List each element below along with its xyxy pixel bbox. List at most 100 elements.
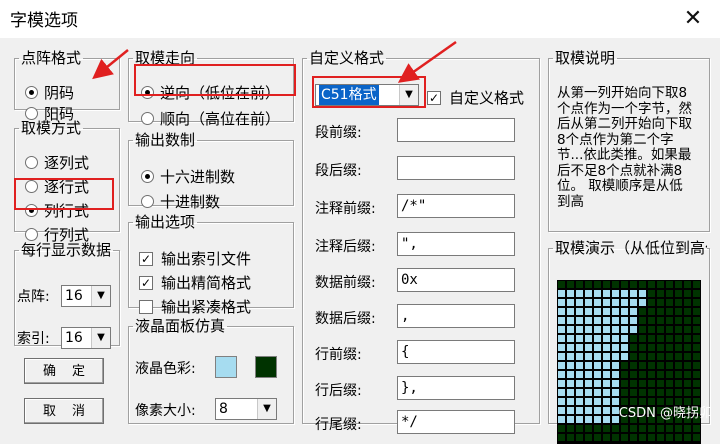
lcd-dark-color-swatch[interactable] [255, 356, 277, 378]
radio-reverse-direction[interactable]: 逆向（低位在前） [141, 82, 291, 103]
lcd-pixel [558, 299, 565, 306]
close-icon[interactable]: ✕ [680, 6, 706, 32]
pixel-size-select[interactable]: 8 ▼ [215, 398, 277, 420]
lcd-pixel [675, 434, 682, 441]
lcd-pixel [603, 326, 610, 333]
lcd-pixel [657, 308, 664, 315]
lcd-pixel [648, 326, 655, 333]
line-suffix-input[interactable]: }, [397, 376, 515, 400]
lcd-pixel [558, 317, 565, 324]
lcd-pixel [630, 281, 637, 288]
lcd-pixel [567, 308, 574, 315]
radio-hexadecimal[interactable]: 十六进制数 [141, 166, 235, 187]
lcd-pixel [576, 344, 583, 351]
data-prefix-label: 数据前缀: [315, 275, 376, 291]
lcd-pixel [585, 290, 592, 297]
lcd-pixel [567, 281, 574, 288]
lcd-pixel [693, 299, 700, 306]
comment-prefix-input[interactable]: /*" [397, 194, 515, 218]
lcd-pixel [612, 335, 619, 342]
check-icon: ✓ [139, 275, 153, 290]
lcd-pixel [693, 362, 700, 369]
chevron-down-icon[interactable]: ▼ [91, 328, 110, 348]
checkbox-custom-format[interactable]: ✓ 自定义格式 [427, 87, 535, 108]
lcd-pixel [576, 281, 583, 288]
lcd-pixel [675, 290, 682, 297]
ok-button[interactable]: 确定 [24, 358, 104, 384]
lcd-pixel [594, 353, 601, 360]
cancel-button[interactable]: 取消 [24, 398, 104, 424]
chevron-down-icon[interactable]: ▼ [257, 399, 276, 419]
lcd-pixel [675, 380, 682, 387]
radio-column-row[interactable]: 列行式 [25, 200, 89, 221]
lcd-pixel [657, 353, 664, 360]
lcd-pixel [558, 380, 565, 387]
line-prefix-input[interactable]: { [397, 340, 515, 364]
segment-suffix-input[interactable] [397, 156, 515, 180]
radio-column-wise[interactable]: 逐列式 [25, 152, 89, 173]
lcd-pixel [594, 398, 601, 405]
lcd-pixel [639, 362, 646, 369]
lcd-pixel [603, 362, 610, 369]
line-end-input[interactable]: */ [397, 410, 515, 434]
lcd-pixel [648, 380, 655, 387]
radio-yin-code[interactable]: 阴码 [25, 82, 74, 103]
lcd-pixel [567, 362, 574, 369]
lcd-pixel [639, 290, 646, 297]
data-prefix-input[interactable]: 0x [397, 268, 515, 292]
lcd-pixel [684, 353, 691, 360]
lcd-pixel [666, 308, 673, 315]
checkbox-output-tight-format[interactable]: 输出紧凑格式 [139, 296, 289, 317]
chevron-down-icon[interactable]: ▼ [91, 286, 110, 306]
lcd-pixel [684, 371, 691, 378]
lcd-pixel [594, 317, 601, 324]
lcd-pixel [558, 407, 565, 414]
index-count-select[interactable]: 16 ▼ [61, 327, 111, 349]
lcd-pixel [684, 335, 691, 342]
checkbox-output-index-file[interactable]: ✓ 输出索引文件 [139, 248, 289, 269]
lcd-pixel [639, 281, 646, 288]
lcd-pixel [567, 344, 574, 351]
lcd-pixel [648, 344, 655, 351]
custom-format-group: 自定义格式 C51格式 ▼ ✓ 自定义格式 段前缀: 段后缀: 注释前缀: /*" … [302, 50, 540, 434]
lcd-pixel [576, 416, 583, 423]
lcd-pixel [630, 335, 637, 342]
dot-count-select[interactable]: 16 ▼ [61, 285, 111, 307]
lcd-pixel [558, 335, 565, 342]
lcd-pixel [612, 434, 619, 441]
radio-dot [141, 112, 154, 125]
direction-label: 取模走向 [135, 49, 196, 67]
lcd-pixel [567, 434, 574, 441]
lcd-pixel [639, 335, 646, 342]
lcd-pixel [558, 371, 565, 378]
lcd-pixel [612, 299, 619, 306]
lcd-pixel [612, 380, 619, 387]
comment-suffix-input[interactable]: ", [397, 232, 515, 256]
lcd-pixel [585, 299, 592, 306]
lcd-pixel [693, 290, 700, 297]
radio-decimal[interactable]: 十进制数 [141, 191, 220, 212]
lcd-pixel [594, 389, 601, 396]
lcd-pixel [567, 326, 574, 333]
lcd-pixel [558, 281, 565, 288]
radio-forward-direction[interactable]: 顺向（高位在前） [141, 108, 291, 129]
chevron-down-icon[interactable]: ▼ [399, 85, 418, 105]
lcd-pixel [558, 389, 565, 396]
data-suffix-input[interactable]: , [397, 304, 515, 328]
segment-prefix-input[interactable] [397, 118, 515, 142]
checkbox-output-compact-simple[interactable]: ✓ 输出精简格式 [139, 272, 289, 293]
lcd-lit-color-swatch[interactable] [215, 356, 237, 378]
lcd-pixel [567, 353, 574, 360]
lcd-pixel [576, 326, 583, 333]
lcd-pixel [657, 335, 664, 342]
lcd-pixel [666, 326, 673, 333]
lcd-pixel [657, 389, 664, 396]
radio-dot [141, 170, 154, 183]
comment-prefix-label: 注释前缀: [315, 201, 376, 217]
format-select[interactable]: C51格式 ▼ [315, 84, 419, 106]
lcd-pixel [684, 299, 691, 306]
lcd-pixel [657, 362, 664, 369]
lcd-pixel [675, 335, 682, 342]
lcd-pixel [576, 299, 583, 306]
radio-row-wise[interactable]: 逐行式 [25, 176, 89, 197]
